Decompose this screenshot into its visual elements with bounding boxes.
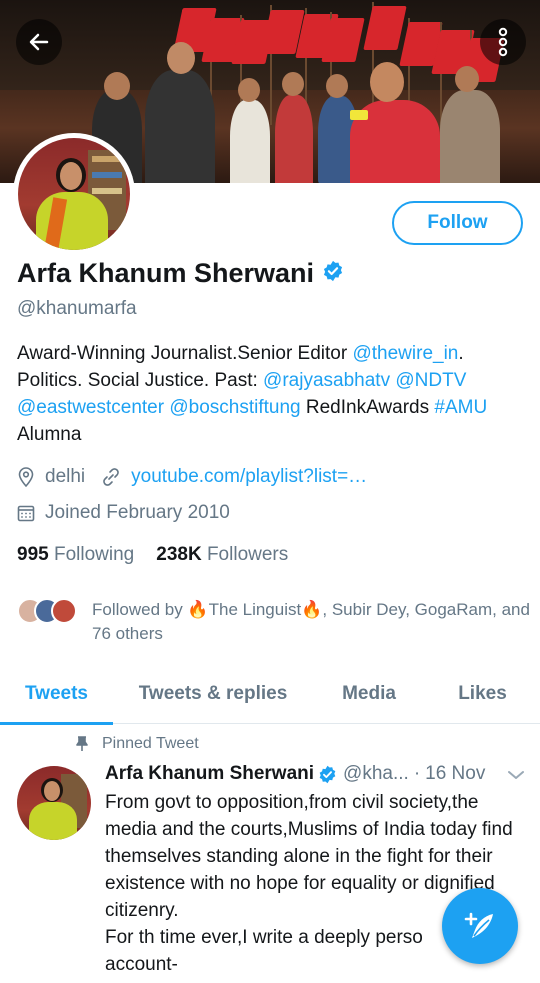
followed-by-text[interactable]: Followed by 🔥The Linguist🔥, Subir Dey, G… [92,598,532,646]
arrow-left-icon [29,33,49,51]
profile-location-row: delhi youtube.com/playlist?list=… [17,466,367,488]
bio-link-rajyasabhatv[interactable]: @rajyasabhatv [263,370,390,391]
bio-link-ndtv[interactable]: @NDTV [395,370,466,391]
followers-label: Followers [206,544,289,565]
chevron-down-icon [508,771,524,779]
profile-location: delhi [45,466,86,487]
follow-button[interactable]: Follow [392,201,523,245]
bio-link-boschstiftung[interactable]: @boschstiftung [169,397,300,418]
compose-tweet-button[interactable] [442,888,518,964]
follower-avatar [51,598,77,624]
profile-tabs: Tweets Tweets & replies Media Likes [0,664,540,725]
follow-button-label: Follow [427,212,488,233]
link-icon [101,467,121,487]
compose-feather-icon [464,912,493,938]
more-options-button[interactable] [480,19,526,65]
verified-badge-icon [322,258,344,289]
tab-likes[interactable]: Likes [425,664,540,723]
tab-tweets[interactable]: Tweets [0,664,113,725]
profile-stats: 995 Following 238K Followers [17,544,288,566]
bio-link-thewire[interactable]: @thewire_in [352,343,458,364]
tab-media[interactable]: Media [313,664,425,723]
location-pin-icon [17,467,35,487]
profile-website-link[interactable]: youtube.com/playlist?list=… [131,466,367,488]
bio-text: Award-Winning Journalist.Senior Editor [17,343,353,364]
profile-joined-row: Joined February 2010 [17,502,230,524]
tweet-author-avatar[interactable] [17,766,91,840]
followers-count: 238K [156,544,202,565]
tab-tweets-replies[interactable]: Tweets & replies [113,664,313,723]
profile-handle: @khanumarfa [17,298,137,319]
calendar-icon [17,504,35,522]
profile-name: Arfa Khanum Sherwani [17,258,344,289]
profile-joined-date: Joined February 2010 [45,502,230,523]
profile-avatar[interactable] [13,133,135,255]
tweet-author-name[interactable]: Arfa Khanum Sherwani [105,763,314,785]
bio-link-eastwestcenter[interactable]: @eastwestcenter [17,397,164,418]
tweet-date[interactable]: 16 Nov [425,763,485,785]
profile-name-text: Arfa Khanum Sherwani [17,258,315,288]
bio-text: Alumna [17,424,82,445]
pin-icon [76,736,88,752]
pinned-tweet-text: Pinned Tweet [102,735,199,752]
following-stat[interactable]: 995 Following [17,544,134,566]
pinned-tweet-label: Pinned Tweet [76,735,199,753]
profile-bio: Award-Winning Journalist.Senior Editor @… [17,340,527,448]
tweet-author-handle: @kha... [343,763,409,784]
followed-by-avatars[interactable] [17,598,77,624]
followers-stat[interactable]: 238K Followers [156,544,288,566]
back-button[interactable] [16,19,62,65]
bio-hashtag-amu[interactable]: #AMU [434,397,487,418]
tweet-header: Arfa Khanum Sherwani @kha... · 16 Nov [105,763,485,785]
verified-badge-icon [318,765,337,784]
tweet-separator: · [413,763,421,784]
more-vertical-icon [498,27,508,57]
following-label: Following [53,544,135,565]
tweet-options-button[interactable] [507,768,525,786]
following-count: 995 [17,544,49,565]
bio-text: RedInkAwards [300,397,435,418]
